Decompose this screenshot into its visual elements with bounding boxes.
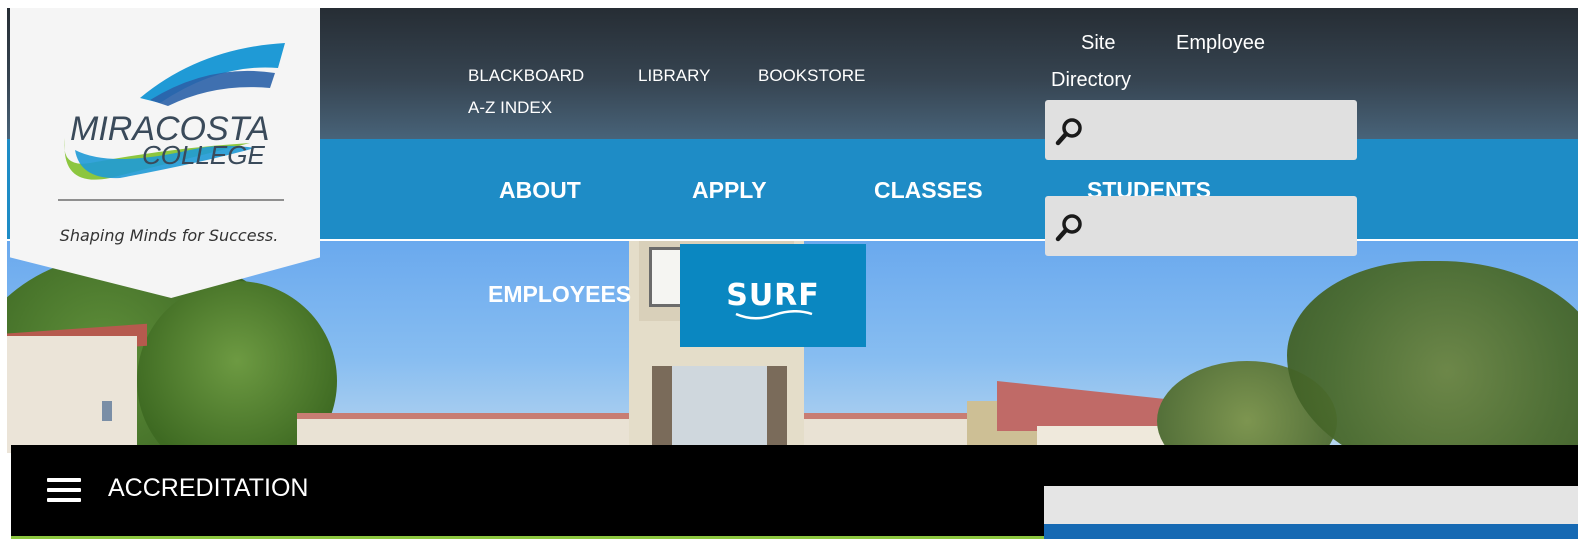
side-panel-strip — [1044, 524, 1578, 539]
utility-link-a-z-index[interactable]: A-Z INDEX — [468, 98, 552, 118]
search-box[interactable] — [1045, 100, 1357, 160]
logo-divider — [58, 199, 284, 201]
utility-link-blackboard[interactable]: BLACKBOARD — [468, 66, 584, 86]
search-box-secondary[interactable] — [1045, 196, 1357, 256]
surf-button[interactable]: SURF — [680, 244, 866, 347]
page-title: ACCREDITATION — [108, 474, 309, 502]
side-panel-header — [1044, 486, 1578, 524]
page: BLACKBOARD LIBRARY BOOKSTORE A-Z INDEX S… — [7, 8, 1578, 539]
search-input[interactable] — [1093, 100, 1351, 160]
site-link[interactable]: Site — [1081, 32, 1115, 55]
directory-link[interactable]: Directory — [1051, 69, 1131, 92]
nav-employees[interactable]: EMPLOYEES — [488, 281, 631, 308]
nav-classes[interactable]: CLASSES — [874, 177, 983, 204]
nav-apply[interactable]: APPLY — [692, 177, 767, 204]
nav-about[interactable]: ABOUT — [499, 177, 581, 204]
utility-link-bookstore[interactable]: BOOKSTORE — [758, 66, 865, 86]
search-icon[interactable] — [1055, 116, 1085, 146]
employee-link[interactable]: Employee — [1176, 32, 1265, 55]
miracosta-logo: MIRACOSTA COLLEGE — [64, 43, 285, 180]
tagline: Shaping Minds for Success. — [59, 226, 279, 245]
logo-wordmark-line2: COLLEGE — [142, 140, 265, 170]
search-icon[interactable] — [1055, 212, 1085, 242]
logo-home-link[interactable]: MIRACOSTA COLLEGE Shaping Minds for Succ… — [10, 8, 320, 298]
surf-label: SURF — [726, 278, 820, 313]
wave-icon — [735, 310, 813, 320]
hamburger-menu-icon[interactable] — [47, 478, 81, 502]
utility-link-library[interactable]: LIBRARY — [638, 66, 710, 86]
search-input-secondary[interactable] — [1093, 196, 1351, 256]
